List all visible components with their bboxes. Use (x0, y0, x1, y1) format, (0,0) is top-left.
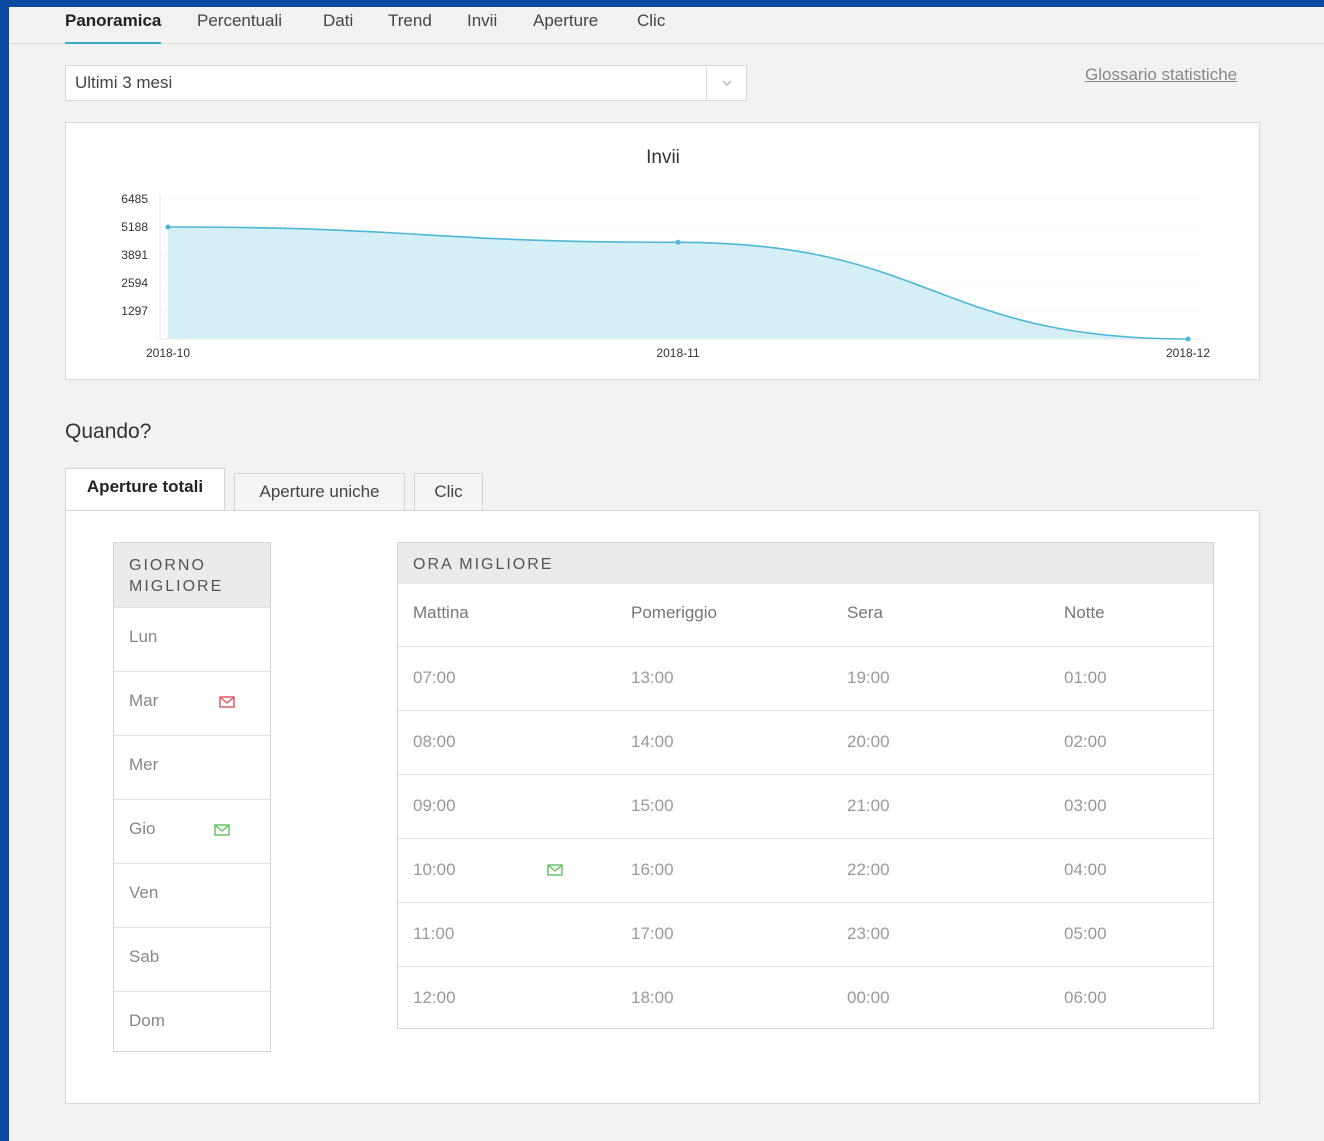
table-row: 11:00 17:00 23:00 05:00 (398, 902, 1213, 966)
subtab-clic[interactable]: Clic (414, 473, 483, 511)
hour-cell: 00:00 (847, 988, 890, 1007)
glossary-link[interactable]: Glossario statistiche (1085, 65, 1237, 85)
invii-chart-card: Invii 1297 2594 3891 5188 6485 2018-10 2018-11 2… (65, 122, 1260, 380)
best-day-box: GIORNO MIGLIORE Lun Mar Mer Gio Ven Sab … (113, 542, 271, 1052)
y-tick-label: 2594 (121, 276, 148, 290)
column-header: Pomeriggio (631, 603, 717, 622)
day-label: Ven (129, 883, 159, 902)
hour-cell: 02:00 (1064, 732, 1107, 751)
x-tick-label: 2018-11 (656, 346, 699, 360)
hour-cell: 20:00 (847, 732, 890, 751)
table-row: 09:00 15:00 21:00 03:00 (398, 774, 1213, 838)
best-day-header: GIORNO MIGLIORE (114, 543, 270, 607)
hour-cell: 23:00 (847, 924, 890, 943)
data-point (675, 239, 681, 245)
tab-clic[interactable]: Clic (637, 11, 665, 44)
table-row: 08:00 14:00 20:00 02:00 (398, 710, 1213, 774)
hour-cell: 22:00 (847, 860, 890, 879)
hour-cell: 05:00 (1064, 924, 1107, 943)
y-tick-label: 6485 (121, 192, 148, 206)
hour-cell: 06:00 (1064, 988, 1107, 1007)
table-row: 07:00 13:00 19:00 01:00 (398, 646, 1213, 710)
day-item: Sab (114, 927, 270, 991)
y-tick-label: 1297 (121, 304, 148, 318)
table-row: 10:00 16:00 22:00 04:00 (398, 838, 1213, 902)
subtab-aperture-uniche[interactable]: Aperture uniche (234, 473, 405, 511)
best-hour-box: ORA MIGLIORE Mattina Pomeriggio Sera Not… (397, 542, 1214, 1029)
x-tick-label: 2018-10 (146, 346, 190, 360)
tab-invii[interactable]: Invii (467, 11, 497, 44)
hour-cell: 07:00 (413, 668, 456, 687)
x-tick-label: 2018-12 (1166, 346, 1210, 360)
data-point (1185, 336, 1191, 342)
day-item: Lun (114, 607, 270, 671)
day-label: Dom (129, 1011, 165, 1030)
stats-page: Panoramica Percentuali Dati Trend Invii … (9, 7, 1324, 1141)
day-label: Gio (129, 819, 156, 838)
hour-cell: 14:00 (631, 732, 674, 751)
period-select[interactable]: Ultimi 3 mesi (65, 65, 747, 101)
section-title: Quando? (65, 420, 152, 443)
invii-chart: Invii 1297 2594 3891 5188 6485 2018-10 2018-11 2… (121, 147, 1210, 360)
envelope-green-icon (214, 824, 230, 836)
data-point (165, 224, 171, 230)
hour-cell: 15:00 (631, 796, 674, 815)
period-select-value: Ultimi 3 mesi (75, 73, 173, 92)
hour-cell: 03:00 (1064, 796, 1107, 815)
hour-cell: 19:00 (847, 668, 890, 687)
day-label: Mar (129, 691, 159, 710)
hour-cell: 08:00 (413, 732, 456, 751)
hour-cell: 16:00 (631, 860, 674, 879)
tab-dati[interactable]: Dati (323, 11, 353, 44)
column-header: Mattina (413, 603, 469, 622)
chart-title: Invii (646, 147, 680, 168)
envelope-green-icon (547, 864, 563, 876)
subtab-aperture-totali[interactable]: Aperture totali (65, 468, 225, 512)
day-item: Dom (114, 991, 270, 1055)
hour-cell: 18:00 (631, 988, 674, 1007)
column-header: Sera (847, 603, 883, 622)
hour-cell: 04:00 (1064, 860, 1107, 879)
envelope-red-icon (219, 696, 235, 708)
top-nav: Panoramica Percentuali Dati Trend Invii … (9, 7, 1324, 44)
when-panel: GIORNO MIGLIORE Lun Mar Mer Gio Ven Sab … (65, 510, 1260, 1104)
y-tick-label: 3891 (121, 248, 148, 262)
column-header: Notte (1064, 603, 1105, 622)
hour-cell: 12:00 (413, 988, 456, 1007)
hour-cell: 11:00 (413, 924, 455, 943)
tab-trend[interactable]: Trend (388, 11, 432, 44)
day-label: Mer (129, 755, 159, 774)
day-label: Sab (129, 947, 160, 966)
hour-cell: 13:00 (631, 668, 674, 687)
chevron-down-icon[interactable] (706, 66, 746, 100)
day-item: Mar (114, 671, 270, 735)
hour-cell: 10:00 (413, 860, 456, 879)
y-tick-label: 5188 (121, 220, 148, 234)
hour-cell: 09:00 (413, 796, 456, 815)
day-item: Gio (114, 799, 270, 863)
tab-panoramica[interactable]: Panoramica (65, 11, 162, 44)
day-item: Ven (114, 863, 270, 927)
hour-cell: 17:00 (631, 924, 674, 943)
day-item: Mer (114, 735, 270, 799)
day-label: Lun (129, 627, 158, 646)
hour-header-row: Mattina Pomeriggio Sera Notte (398, 584, 1213, 646)
tab-percentuali[interactable]: Percentuali (197, 11, 282, 44)
table-row: 12:00 18:00 00:00 06:00 (398, 966, 1213, 1030)
tab-aperture[interactable]: Aperture (533, 11, 598, 44)
hour-cell: 01:00 (1064, 668, 1107, 687)
hour-cell: 21:00 (847, 796, 890, 815)
best-hour-header: ORA MIGLIORE (398, 543, 1213, 584)
